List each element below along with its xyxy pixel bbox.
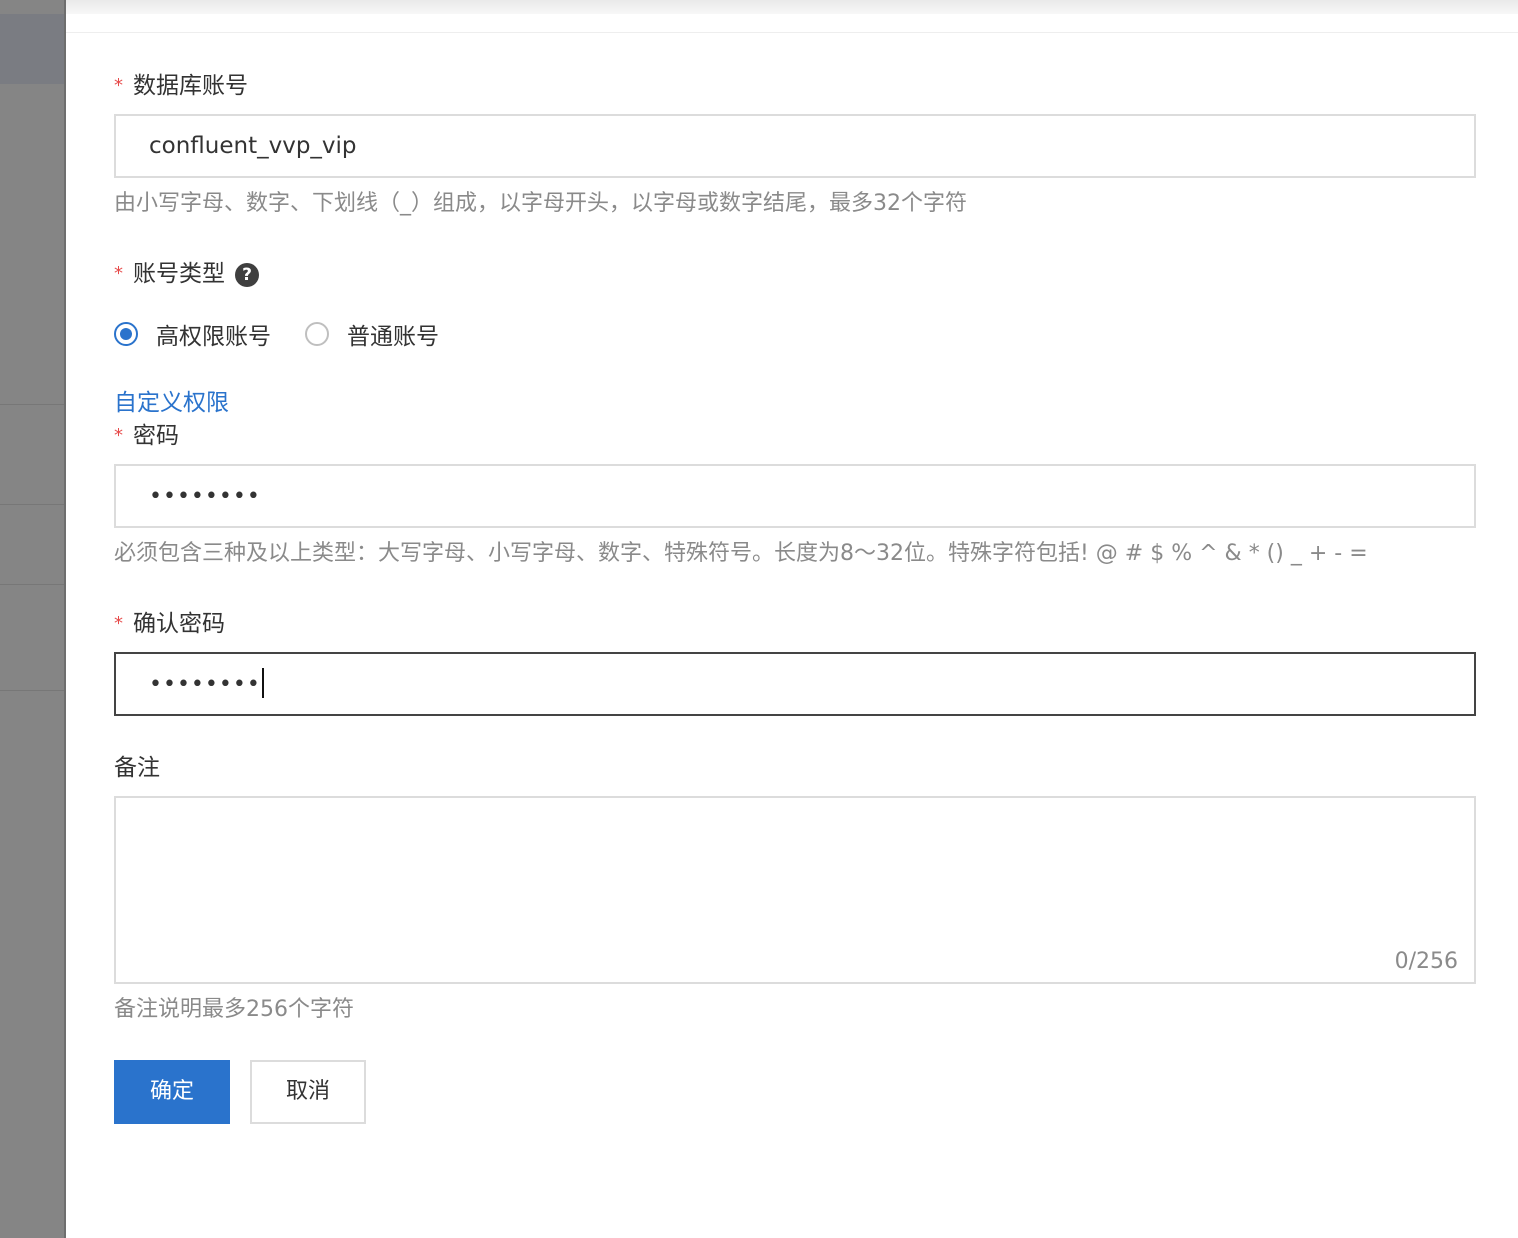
radio-label: 高权限账号 [156, 324, 271, 350]
overlay-divider [0, 404, 64, 405]
radio-high-privilege[interactable]: 高权限账号 [114, 317, 271, 351]
account-label: * 数据库账号 [114, 73, 248, 99]
remark-hint: 备注说明最多256个字符 [114, 997, 354, 1022]
confirm-password-label: * 确认密码 [114, 611, 225, 637]
password-input[interactable]: •••••••• [114, 464, 1476, 528]
remark-label: 备注 [114, 755, 160, 781]
confirm-password-input-value: •••••••• [149, 672, 261, 697]
confirm-button[interactable]: 确定 [114, 1060, 230, 1124]
required-marker: * [114, 263, 123, 284]
account-input-value: confluent_vvp_vip [149, 133, 357, 159]
overlay-divider [0, 584, 64, 585]
help-icon[interactable]: ? [235, 263, 259, 287]
account-type-label: * 账号类型? [114, 259, 259, 289]
radio-unchecked-icon [305, 322, 329, 346]
password-label: * 密码 [114, 423, 179, 449]
required-marker: * [114, 425, 123, 446]
password-input-value: •••••••• [149, 484, 261, 509]
overlay-divider [0, 690, 64, 691]
radio-label: 普通账号 [347, 324, 439, 350]
custom-permissions-link[interactable]: 自定义权限 [114, 388, 229, 418]
password-hint: 必须包含三种及以上类型：大写字母、小写字母、数字、特殊符号。长度为8～32位。特… [114, 541, 1368, 566]
account-hint: 由小写字母、数字、下划线（_）组成，以字母开头，以字母或数字结尾，最多32个字符 [114, 191, 967, 216]
remark-textarea[interactable]: 0/256 [114, 796, 1476, 984]
account-type-radio-group: 高权限账号 普通账号 [114, 318, 473, 350]
panel-header-shadow [66, 0, 1518, 14]
required-marker: * [114, 75, 123, 96]
overlay-block [0, 14, 64, 84]
remark-char-counter: 0/256 [1394, 949, 1458, 974]
radio-checked-icon [114, 322, 138, 346]
overlay-divider [0, 504, 64, 505]
panel-header-divider [66, 32, 1518, 33]
account-input[interactable]: confluent_vvp_vip [114, 114, 1476, 178]
create-account-panel: * 数据库账号 confluent_vvp_vip 由小写字母、数字、下划线（_）… [66, 0, 1518, 1238]
radio-normal-account[interactable]: 普通账号 [305, 317, 439, 351]
required-marker: * [114, 613, 123, 634]
cancel-button[interactable]: 取消 [250, 1060, 366, 1124]
confirm-password-input[interactable]: •••••••• [114, 652, 1476, 716]
text-caret [261, 668, 264, 698]
background-overlay [0, 0, 66, 1238]
